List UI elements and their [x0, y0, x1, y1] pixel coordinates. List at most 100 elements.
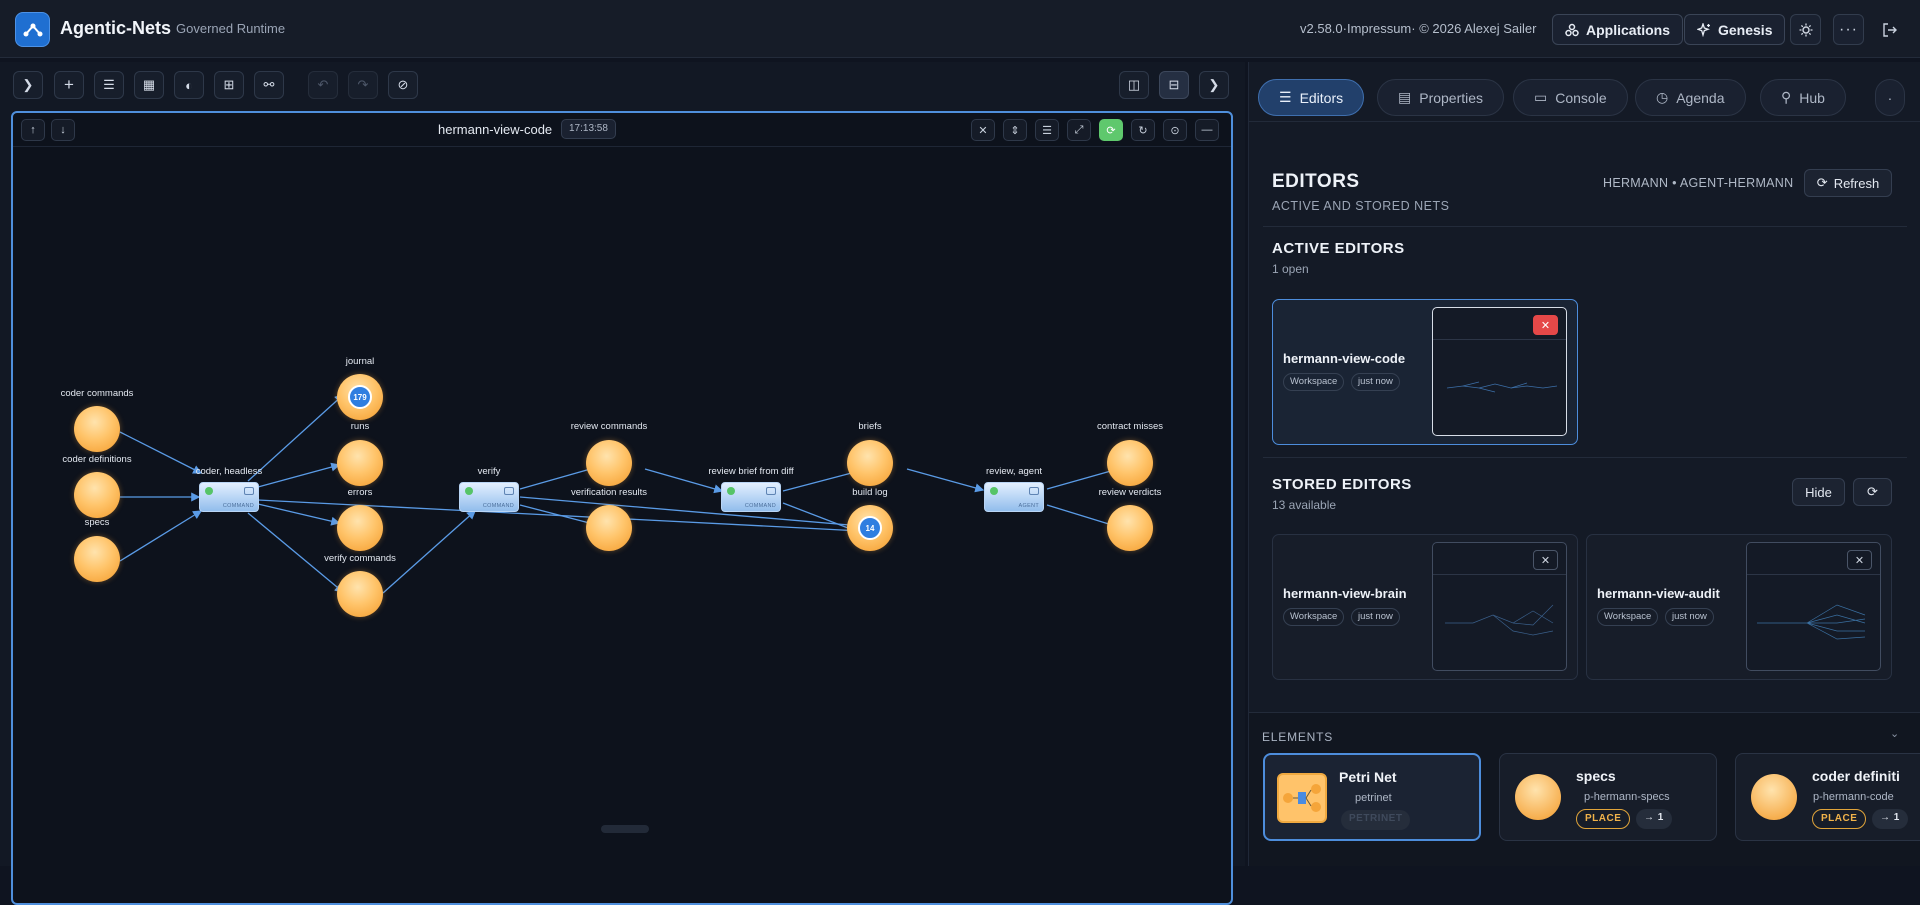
place-icon	[1515, 774, 1561, 820]
expand-right-button[interactable]: ❯	[1199, 71, 1229, 99]
elements-panel: ELEMENTS ⌄ Petri Net petrinet PETRINET s…	[1249, 712, 1920, 866]
transition-review-brief[interactable]: COMMAND	[721, 482, 781, 512]
place-runs[interactable]	[337, 440, 383, 486]
place-coder-commands[interactable]	[74, 406, 120, 452]
split-horizontal-button[interactable]: ⊟	[1159, 71, 1189, 99]
refresh-stored-button[interactable]: ⟳	[1853, 478, 1892, 506]
grid-button[interactable]: ⊞	[214, 71, 244, 99]
element-name: specs	[1576, 768, 1616, 784]
applications-button[interactable]: Applications	[1552, 14, 1684, 45]
transition-type: COMMAND	[222, 503, 254, 509]
net-canvas[interactable]: ↑ ↓ hermann-view-code 17:13:58 ✕ ⇕ ☰ ⤢ ⟳…	[11, 111, 1233, 905]
hide-stored-button[interactable]: Hide	[1792, 478, 1845, 506]
place-label: briefs	[858, 421, 882, 432]
tab-properties[interactable]: ▤ Properties	[1377, 79, 1505, 116]
element-petri-net[interactable]: Petri Net petrinet PETRINET	[1263, 753, 1481, 841]
place-verification-results[interactable]	[586, 505, 632, 551]
transition-verify[interactable]: COMMAND	[459, 482, 519, 512]
theme-toggle-button[interactable]	[1790, 14, 1821, 45]
close-editor-button[interactable]: ✕	[1533, 315, 1558, 335]
token-icon	[90, 422, 104, 436]
editor-kind-chip: Workspace	[1283, 373, 1345, 391]
place-coder-definitions[interactable]	[74, 472, 120, 518]
app-title: Agentic-Nets	[60, 18, 172, 38]
stored-editor-card[interactable]: hermann-view-brain Workspace just now ✕	[1272, 534, 1578, 680]
stored-editors-title: STORED EDITORS	[1272, 476, 1412, 493]
close-icon: ✕	[1854, 554, 1865, 567]
rows-icon: ⊟	[1168, 77, 1180, 92]
editor-kind-chip: Workspace	[1283, 608, 1345, 626]
editors-subtitle: ACTIVE AND STORED NETS	[1272, 199, 1450, 213]
collapse-elements-icon[interactable]: ⌄	[1890, 727, 1899, 740]
list-view-button[interactable]: ☰	[94, 71, 124, 99]
preview-thumbnail	[1445, 604, 1554, 636]
split-vertical-button[interactable]: ◫	[1119, 71, 1149, 99]
editor-toolbar: ❯ + ☰ ▦ ◐ ⊞ ⚯ ↶ ↷ ⊘ ◫ ⊟ ❯	[10, 68, 1235, 102]
place-label: errors	[347, 487, 373, 498]
place-errors[interactable]	[337, 505, 383, 551]
logout-button[interactable]	[1874, 14, 1905, 45]
tab-label: Agenda	[1676, 89, 1725, 106]
transition-coder-headless[interactable]: COMMAND	[199, 482, 259, 512]
status-led	[465, 487, 473, 495]
element-id: petrinet	[1355, 792, 1392, 804]
place-contract-misses[interactable]	[1107, 440, 1153, 486]
more-menu-button[interactable]: ···	[1833, 14, 1864, 45]
panel-icon	[766, 487, 776, 495]
grid-icon: ⊞	[223, 77, 235, 92]
layout-button[interactable]: ▦	[134, 71, 164, 99]
delete-editor-button[interactable]: ✕	[1533, 550, 1558, 570]
tab-editors[interactable]: ☰ Editors	[1258, 79, 1365, 116]
place-journal[interactable]: 179	[337, 374, 383, 420]
status-led	[990, 487, 998, 495]
close-icon: ✕	[1540, 554, 1551, 567]
tab-more[interactable]: ·	[1875, 79, 1905, 116]
place-review-commands[interactable]	[586, 440, 632, 486]
disable-button[interactable]: ⊘	[388, 71, 418, 99]
tab-hub[interactable]: ⚲ Hub	[1760, 79, 1846, 116]
clock-icon: ◷	[1656, 89, 1669, 105]
transition-review-agent[interactable]: AGENT	[984, 482, 1044, 512]
element-specs[interactable]: specs p-hermann-specs PLACE → 1	[1499, 753, 1717, 841]
delete-editor-button[interactable]: ✕	[1847, 550, 1872, 570]
place-build-log[interactable]: 14	[847, 505, 893, 551]
place-briefs[interactable]	[847, 440, 893, 486]
more-icon: ·	[1887, 89, 1893, 106]
tab-console[interactable]: ▭ Console	[1513, 79, 1628, 116]
element-arc-count: → 1	[1636, 809, 1672, 829]
terminal-icon: ▭	[1534, 89, 1548, 105]
stored-editor-card[interactable]: hermann-view-audit Workspace just now ✕	[1586, 534, 1892, 680]
genesis-button[interactable]: Genesis	[1684, 14, 1786, 45]
arc	[119, 510, 203, 562]
element-coder-definitions[interactable]: coder definiti p-hermann-code PLACE → 1	[1735, 753, 1920, 841]
place-review-verdicts[interactable]	[1107, 505, 1153, 551]
list-icon: ☰	[103, 77, 115, 92]
arc	[257, 503, 341, 526]
expand-sidebar-button[interactable]: ❯	[13, 71, 43, 99]
document-icon: ▤	[1398, 89, 1412, 105]
active-editor-card[interactable]: hermann-view-code Workspace just now ✕	[1272, 299, 1578, 445]
editor-name: hermann-view-brain	[1283, 586, 1407, 601]
element-arc-count: → 1	[1872, 809, 1908, 829]
add-button[interactable]: +	[54, 71, 84, 99]
editor-preview: ✕	[1746, 542, 1881, 671]
app-logo[interactable]	[15, 12, 50, 47]
place-verify-commands[interactable]	[337, 571, 383, 617]
close-icon: ✕	[1540, 319, 1551, 332]
undo-button[interactable]: ↶	[308, 71, 338, 99]
canvas-scroll-handle[interactable]	[601, 825, 649, 833]
connect-button[interactable]: ⚯	[254, 71, 284, 99]
editor-time-chip: just now	[1351, 373, 1400, 391]
editor-name: hermann-view-code	[1283, 351, 1406, 366]
tab-agenda[interactable]: ◷ Agenda	[1635, 79, 1746, 116]
refresh-button[interactable]: ⟳ Refresh	[1804, 169, 1892, 197]
tab-label: Editors	[1299, 89, 1344, 106]
applications-label: Applications	[1586, 21, 1671, 38]
palette-button[interactable]: ◐	[174, 71, 204, 99]
version-text[interactable]: v2.58.0·Impressum· © 2026 Alexej Sailer	[1300, 21, 1536, 36]
transition-label: review, agent	[986, 466, 1042, 477]
redo-button[interactable]: ↷	[348, 71, 378, 99]
place-specs[interactable]	[74, 536, 120, 582]
connect-icon: ⚯	[263, 77, 275, 92]
transition-label: review brief from diff	[708, 466, 794, 477]
